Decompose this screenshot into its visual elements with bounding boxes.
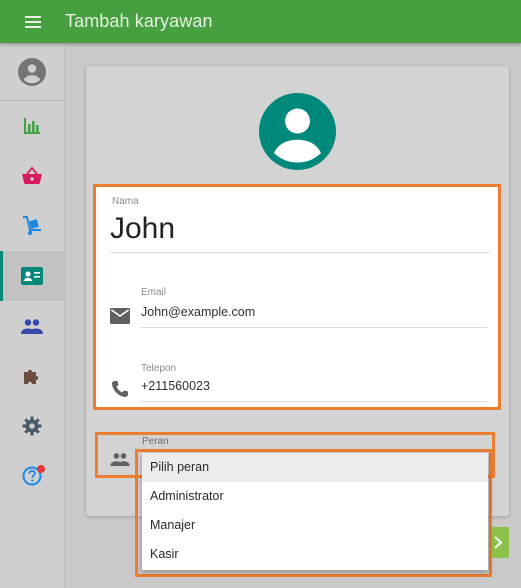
sidebar-user-avatar[interactable] xyxy=(0,43,64,101)
people-icon xyxy=(21,319,43,334)
puzzle-icon xyxy=(24,369,39,384)
menu-icon xyxy=(24,13,41,31)
phone-icon xyxy=(112,381,128,397)
people-icon xyxy=(110,453,130,466)
phone-field[interactable]: +211560023 xyxy=(141,379,210,393)
name-field[interactable]: John xyxy=(110,212,175,246)
role-option-administrator[interactable]: Administrator xyxy=(142,482,488,511)
hand-truck-icon xyxy=(23,216,41,236)
email-label: Email xyxy=(141,287,167,298)
sidebar-item-sales[interactable] xyxy=(0,151,64,201)
role-label: Peran xyxy=(142,436,169,447)
email-underline xyxy=(141,327,487,328)
contact-fields-panel: Nama John Email John@example.com Telepon… xyxy=(93,184,501,410)
contact-card-icon xyxy=(21,267,43,285)
sidebar-item-help[interactable] xyxy=(0,451,64,501)
sidebar-item-reports[interactable] xyxy=(0,101,64,151)
sidebar xyxy=(0,43,65,588)
role-dropdown-menu[interactable]: Pilih peran Administrator Manajer Kasir xyxy=(142,453,488,570)
shopping-basket-icon xyxy=(22,166,42,184)
save-button[interactable] xyxy=(492,527,509,558)
notification-badge xyxy=(37,465,45,473)
name-label: Nama xyxy=(112,196,139,207)
role-option-cashier[interactable]: Kasir xyxy=(142,540,488,569)
sidebar-item-customers[interactable] xyxy=(0,301,64,351)
page-title: Tambah karyawan xyxy=(65,11,213,31)
email-field[interactable]: John@example.com xyxy=(141,305,255,319)
sidebar-item-inventory[interactable] xyxy=(0,201,64,251)
chevron-right-icon xyxy=(494,536,503,549)
account-circle-icon xyxy=(18,57,46,86)
bar-chart-icon xyxy=(24,118,40,134)
sidebar-item-extensions[interactable] xyxy=(0,351,64,401)
role-option-placeholder[interactable]: Pilih peran xyxy=(142,453,488,482)
phone-underline xyxy=(141,401,487,402)
account-circle-icon[interactable] xyxy=(259,93,336,170)
sidebar-item-employees[interactable] xyxy=(0,251,64,301)
sidebar-item-settings[interactable] xyxy=(0,401,64,451)
email-icon xyxy=(110,308,130,324)
phone-label: Telepon xyxy=(141,363,177,374)
gear-icon xyxy=(22,416,42,436)
menu-button[interactable] xyxy=(0,0,65,43)
name-underline xyxy=(110,252,490,253)
role-option-manager[interactable]: Manajer xyxy=(142,511,488,540)
app-bar: Tambah karyawan xyxy=(0,0,521,43)
